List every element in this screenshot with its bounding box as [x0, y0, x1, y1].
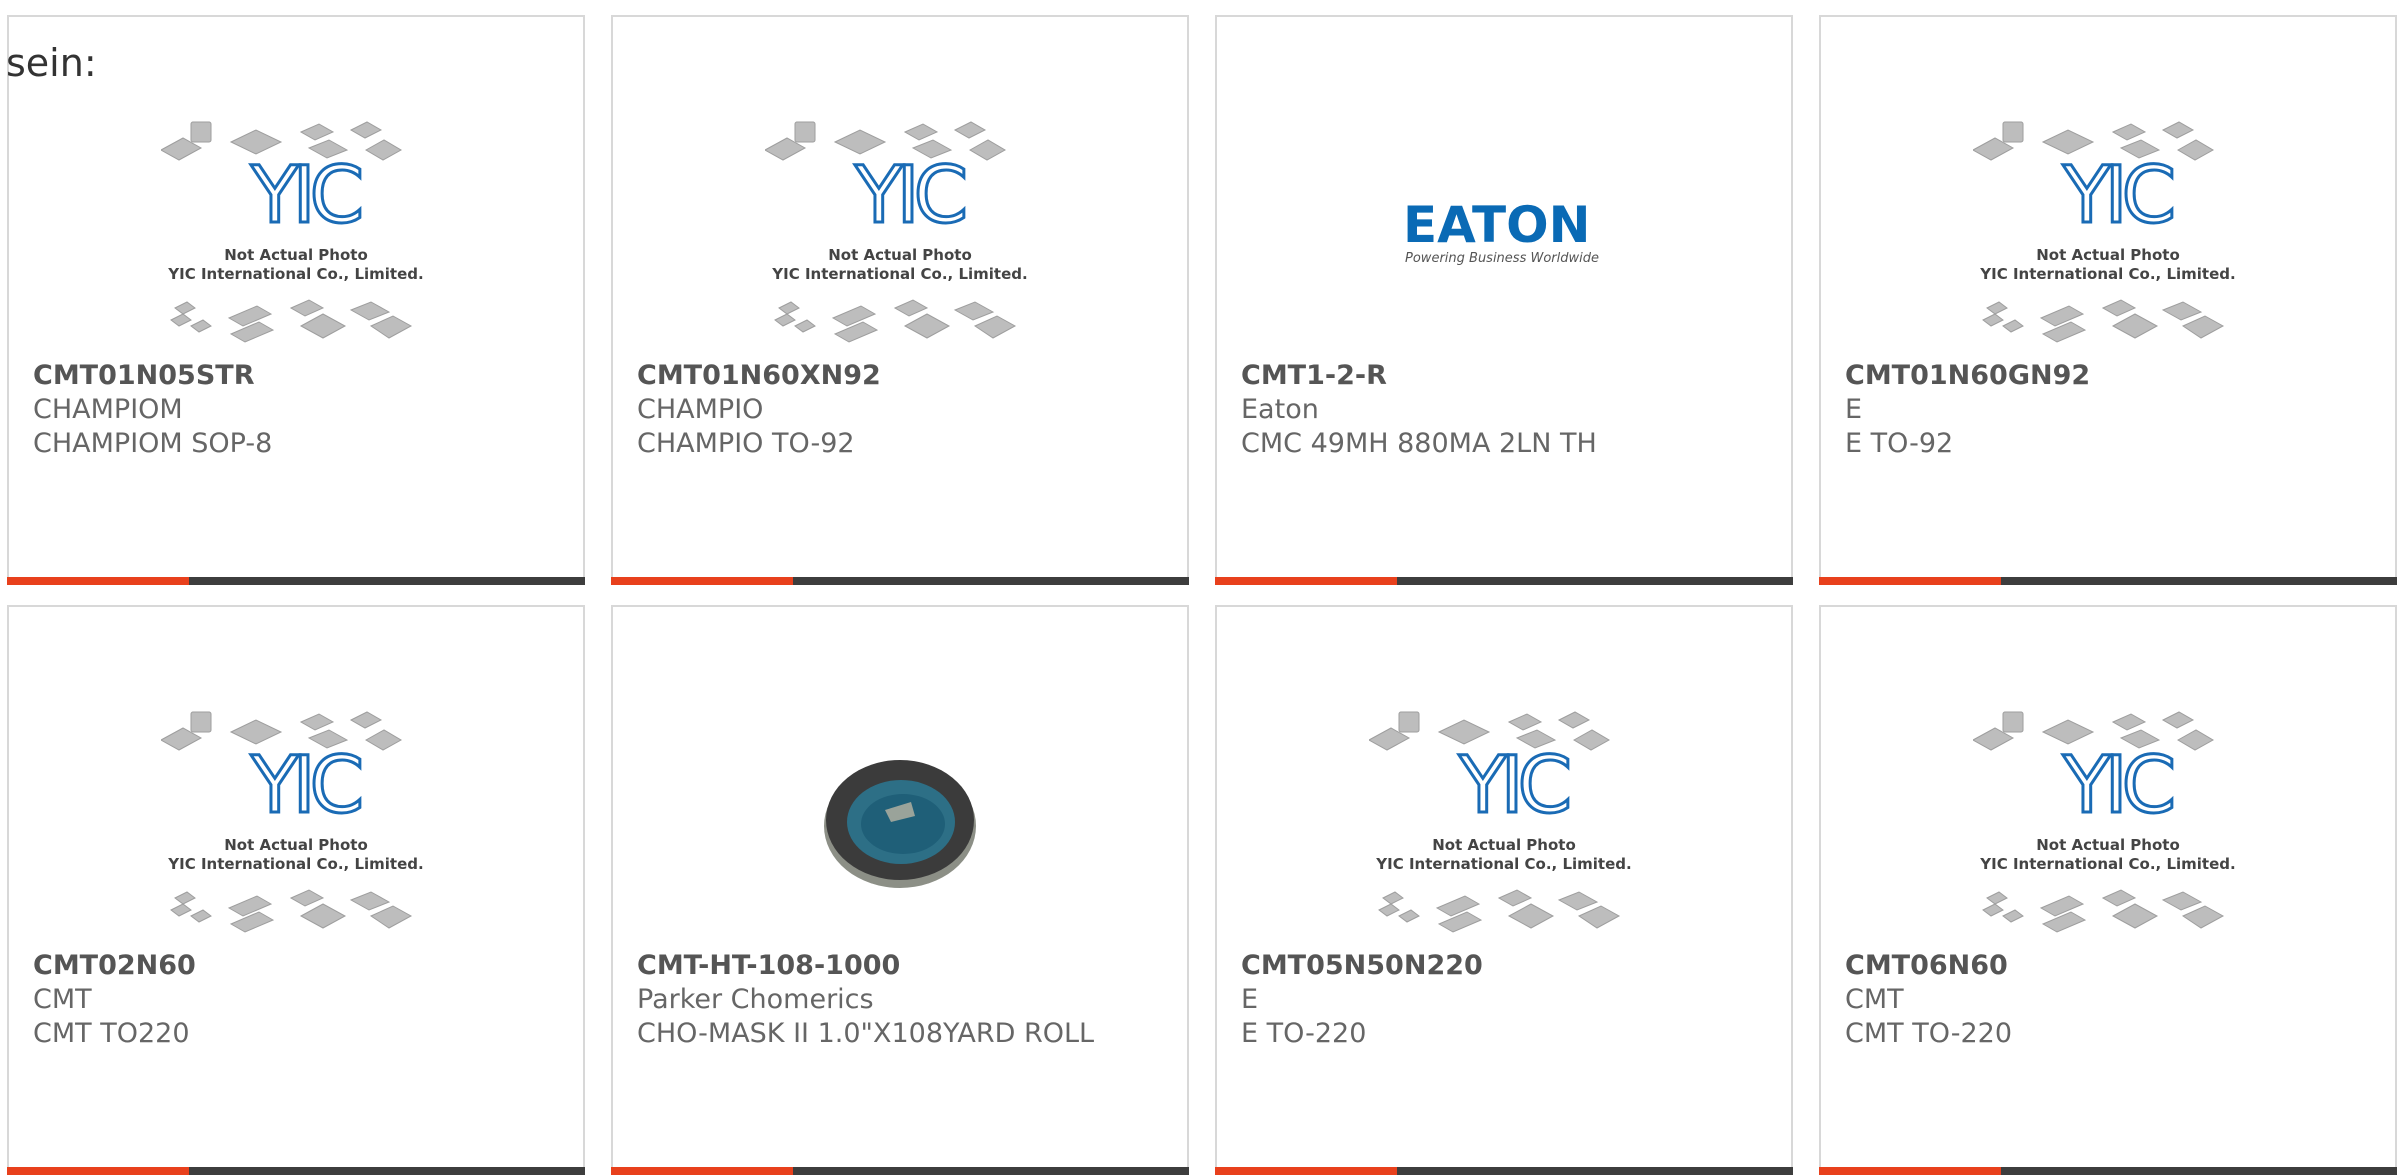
svg-text:Not Actual Photo: Not Actual Photo: [224, 246, 368, 264]
yic-placeholder-image: YIC Not Actual Photo YIC International C…: [1973, 121, 2236, 343]
svg-text:Not Actual Photo: Not Actual Photo: [828, 246, 972, 264]
svg-text:EATON: EATON: [1403, 196, 1590, 254]
svg-text:YIC International Co., Limited: YIC International Co., Limited.: [1979, 855, 2235, 873]
product-card[interactable]: YIC Not Actual Photo YIC International C…: [1819, 605, 2397, 1175]
part-number[interactable]: CMT01N60XN92: [637, 359, 1167, 393]
product-card[interactable]: YIC Not Actual Photo YIC International C…: [1819, 15, 2397, 585]
card-bottom-bar: [7, 577, 585, 585]
svg-text:Powering Business Worldwide: Powering Business Worldwide: [1405, 251, 1599, 266]
description: CMT TO-220: [1845, 1018, 2012, 1049]
product-info: CMT05N50N220 E E TO-220: [1241, 949, 1771, 1051]
product-image[interactable]: YIC Not Actual Photo YIC International C…: [1821, 687, 2395, 957]
product-card[interactable]: YIC Not Actual Photo YIC International C…: [1215, 605, 1793, 1175]
svg-text:YIC: YIC: [1458, 741, 1569, 831]
card-bottom-bar: [7, 1167, 585, 1175]
product-image[interactable]: YIC Not Actual Photo YIC International C…: [9, 687, 583, 957]
product-image[interactable]: YIC Not Actual Photo YIC International C…: [613, 97, 1187, 367]
svg-text:Not Actual Photo: Not Actual Photo: [1432, 836, 1576, 854]
manufacturer: Eaton: [1241, 394, 1319, 425]
card-accent-bar: [1819, 577, 2001, 585]
svg-text:YIC International Co., Limited: YIC International Co., Limited.: [167, 265, 423, 283]
manufacturer: CHAMPIOM: [33, 394, 183, 425]
manufacturer: CMT: [1845, 984, 1904, 1015]
description: CMT TO220: [33, 1018, 190, 1049]
card-accent-bar: [1215, 577, 1397, 585]
yic-placeholder-image: YIC Not Actual Photo YIC International C…: [1369, 711, 1632, 933]
product-info: CMT02N60 CMT CMT TO220: [33, 949, 563, 1051]
description: CMC 49MH 880MA 2LN TH: [1241, 428, 1597, 459]
product-info: CMT01N60GN92 E E TO-92: [1845, 359, 2375, 461]
card-bottom-bar: [1819, 577, 2397, 585]
product-info: CMT06N60 CMT CMT TO-220: [1845, 949, 2375, 1051]
svg-text:YIC International Co., Limited: YIC International Co., Limited.: [1979, 265, 2235, 283]
product-info: CMT01N05STR CHAMPIOM CHAMPIOM SOP-8: [33, 359, 563, 461]
manufacturer: Parker Chomerics: [637, 984, 874, 1015]
manufacturer: CMT: [33, 984, 92, 1015]
part-number[interactable]: CMT-HT-108-1000: [637, 949, 1167, 983]
product-card[interactable]: YIC Not Actual Photo YIC International C…: [7, 605, 585, 1175]
part-number[interactable]: CMT01N05STR: [33, 359, 563, 393]
description: CHAMPIO TO-92: [637, 428, 855, 459]
svg-text:Not Actual Photo: Not Actual Photo: [2036, 836, 2180, 854]
description: CHO-MASK II 1.0"X108YARD ROLL: [637, 1018, 1095, 1049]
svg-text:YIC: YIC: [2062, 151, 2173, 241]
product-card[interactable]: YIC Not Actual Photo YIC International C…: [7, 15, 585, 585]
svg-text:YIC International Co., Limited: YIC International Co., Limited.: [167, 855, 423, 873]
svg-text:YIC International Co., Limited: YIC International Co., Limited.: [771, 265, 1027, 283]
manufacturer: E: [1241, 984, 1259, 1015]
svg-text:YIC: YIC: [250, 741, 361, 831]
product-image[interactable]: YIC Not Actual Photo YIC International C…: [9, 97, 583, 367]
svg-text:Not Actual Photo: Not Actual Photo: [2036, 246, 2180, 264]
yic-placeholder-image: YIC Not Actual Photo YIC International C…: [765, 121, 1028, 343]
yic-placeholder-image: YIC Not Actual Photo YIC International C…: [161, 711, 424, 933]
section-heading: sein:: [6, 41, 97, 85]
card-bottom-bar: [1215, 577, 1793, 585]
part-number[interactable]: CMT01N60GN92: [1845, 359, 2375, 393]
product-image[interactable]: EATON Powering Business Worldwide: [1217, 97, 1791, 367]
svg-text:YIC: YIC: [2062, 741, 2173, 831]
card-bottom-bar: [611, 577, 1189, 585]
product-image[interactable]: YIC Not Actual Photo YIC International C…: [1217, 687, 1791, 957]
manufacturer: CHAMPIO: [637, 394, 764, 425]
svg-text:YIC International Co., Limited: YIC International Co., Limited.: [1375, 855, 1631, 873]
part-number[interactable]: CMT02N60: [33, 949, 563, 983]
tape-roll-image: [824, 760, 976, 888]
card-bottom-bar: [1215, 1167, 1793, 1175]
product-card[interactable]: CMT-HT-108-1000 Parker Chomerics CHO-MASK …: [611, 605, 1189, 1175]
description: E TO-92: [1845, 428, 1954, 459]
card-accent-bar: [1819, 1167, 2001, 1175]
product-info: CMT-HT-108-1000 Parker Chomerics CHO-MASK …: [637, 949, 1167, 1051]
part-number[interactable]: CMT1-2-R: [1241, 359, 1771, 393]
svg-text:Not Actual Photo: Not Actual Photo: [224, 836, 368, 854]
manufacturer: E: [1845, 394, 1863, 425]
product-card[interactable]: EATON Powering Business Worldwide CMT1-2-R…: [1215, 15, 1793, 585]
part-number[interactable]: CMT05N50N220: [1241, 949, 1771, 983]
eaton-logo-image: EATONPowering Business Worldwide: [1403, 196, 1599, 266]
product-card[interactable]: YIC Not Actual Photo YIC International C…: [611, 15, 1189, 585]
card-accent-bar: [611, 577, 793, 585]
svg-text:YIC: YIC: [250, 151, 361, 241]
yic-placeholder-image: YIC Not Actual Photo YIC International C…: [161, 121, 424, 343]
description: CHAMPIOM SOP-8: [33, 428, 273, 459]
description: E TO-220: [1241, 1018, 1367, 1049]
svg-text:YIC: YIC: [854, 151, 965, 241]
card-accent-bar: [611, 1167, 793, 1175]
card-accent-bar: [7, 1167, 189, 1175]
card-accent-bar: [7, 577, 189, 585]
product-info: CMT1-2-R Eaton CMC 49MH 880MA 2LN TH: [1241, 359, 1771, 461]
yic-placeholder-image: YIC Not Actual Photo YIC International C…: [1973, 711, 2236, 933]
product-grid: YIC Not Actual Photo YIC International C…: [7, 15, 2400, 1175]
card-bottom-bar: [611, 1167, 1189, 1175]
card-accent-bar: [1215, 1167, 1397, 1175]
product-info: CMT01N60XN92 CHAMPIO CHAMPIO TO-92: [637, 359, 1167, 461]
part-number[interactable]: CMT06N60: [1845, 949, 2375, 983]
card-bottom-bar: [1819, 1167, 2397, 1175]
product-image[interactable]: [613, 687, 1187, 957]
product-image[interactable]: YIC Not Actual Photo YIC International C…: [1821, 97, 2395, 367]
